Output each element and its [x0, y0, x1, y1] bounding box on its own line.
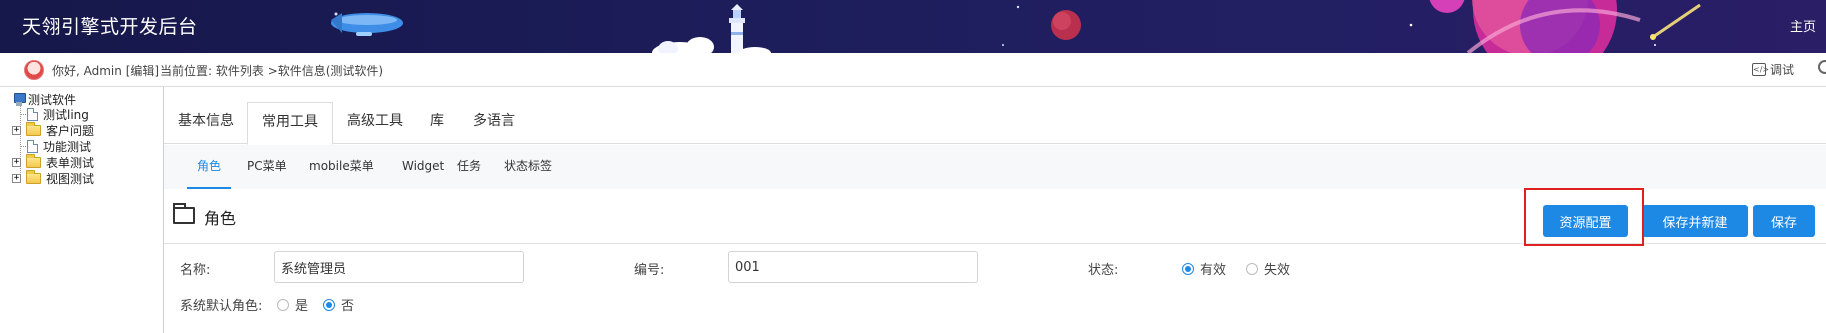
subtab-bar: 角色 PC菜单 mobile菜单 Widget 任务 状态标签 — [164, 145, 1826, 189]
expand-icon[interactable]: + — [12, 174, 21, 183]
radio-checked-icon — [323, 298, 335, 311]
highlight-box — [1524, 188, 1644, 246]
edit-profile-link[interactable]: [编辑] — [126, 64, 159, 78]
default-role-label: 系统默认角色: — [180, 299, 263, 314]
app-title: 天翎引擎式开发后台 — [22, 16, 198, 38]
tree-item-label: 功能测试 — [43, 140, 92, 154]
tree-item-function-test[interactable]: 功能测试 — [20, 138, 91, 155]
debug-label: 调试 — [1769, 63, 1794, 77]
radio-label: 失效 — [1264, 263, 1291, 278]
radio-unchecked-icon — [277, 298, 289, 311]
subtab-status-tag[interactable]: 状态标签 — [494, 145, 562, 189]
subtab-role[interactable]: 角色 — [187, 145, 232, 189]
folder-icon — [26, 154, 41, 168]
tree-item-label: 视图测试 — [46, 172, 95, 186]
expand-icon[interactable]: + — [12, 158, 21, 167]
tree-item-view-test[interactable]: + 视图测试 — [12, 170, 94, 187]
code-label: 编号: — [634, 263, 665, 278]
home-link[interactable]: 主页 — [1790, 16, 1816, 35]
avatar — [24, 60, 44, 80]
name-label: 名称: — [180, 263, 211, 278]
tree-item-label: 客户问题 — [46, 124, 95, 138]
software-tree: 测试软件 测试ling + 客户问题 功能测试 + 表单测试 + 视图测试 — [0, 87, 164, 333]
computer-icon — [13, 92, 26, 107]
radio-label: 有效 — [1200, 263, 1227, 278]
tab-bar: 基本信息 常用工具 高级工具 库 多语言 — [164, 87, 1826, 145]
top-header: 天翎引擎式开发后台 主页 — [0, 0, 1826, 53]
tab-advanced-tools[interactable]: 高级工具 — [333, 102, 417, 144]
breadcrumb-path: 软件列表 >软件信息(测试软件) — [215, 64, 384, 78]
file-icon — [27, 108, 38, 121]
tab-common-tools[interactable]: 常用工具 — [247, 102, 333, 145]
save-button[interactable]: 保存 — [1753, 205, 1815, 237]
subtab-task[interactable]: 任务 — [447, 145, 491, 189]
radio-unchecked-icon — [1246, 262, 1258, 275]
tab-multilanguage[interactable]: 多语言 — [459, 102, 529, 144]
folder-icon — [26, 170, 41, 184]
radio-checked-icon — [1182, 262, 1194, 275]
tree-item-form-test[interactable]: + 表单测试 — [12, 154, 94, 171]
breadcrumb-prefix: 当前位置: — [160, 64, 213, 78]
section-title: 角色 — [204, 209, 237, 228]
radio-label: 是 — [295, 299, 309, 314]
folder-icon — [26, 122, 41, 136]
radio-label: 否 — [341, 299, 355, 314]
search-icon[interactable] — [1818, 60, 1826, 74]
header-decoration — [331, 0, 1701, 53]
status-radio-valid[interactable]: 有效 — [1182, 259, 1226, 278]
subtab-widget[interactable]: Widget — [392, 145, 454, 189]
expand-icon[interactable]: + — [12, 126, 21, 135]
tab-basic-info[interactable]: 基本信息 — [164, 102, 248, 144]
tab-library[interactable]: 库 — [416, 102, 458, 144]
save-and-new-button[interactable]: 保存并新建 — [1642, 205, 1748, 237]
tree-item-customer-issues[interactable]: + 客户问题 — [12, 122, 94, 139]
tree-item-label: 表单测试 — [46, 156, 95, 170]
greeting-text: 你好, Admin — [52, 64, 122, 78]
tree-item-label: 测试ling — [43, 108, 89, 122]
status-radio-invalid[interactable]: 失效 — [1246, 259, 1290, 278]
default-role-radio-no[interactable]: 否 — [323, 295, 354, 314]
file-icon — [27, 140, 38, 153]
subtab-pc-menu[interactable]: PC菜单 — [237, 145, 297, 189]
debug-button[interactable]: </> 调试 — [1751, 61, 1794, 78]
greeting: 你好, Admin [编辑] — [52, 62, 159, 79]
folder-icon — [173, 203, 195, 224]
code-icon: </> — [1751, 63, 1770, 76]
subtab-mobile-menu[interactable]: mobile菜单 — [299, 145, 384, 189]
info-bar: 你好, Admin [编辑] 当前位置: 软件列表 >软件信息(测试软件) </… — [0, 53, 1826, 87]
status-label: 状态: — [1088, 263, 1119, 278]
name-field[interactable] — [274, 251, 524, 283]
breadcrumb: 当前位置: 软件列表 >软件信息(测试软件) — [160, 62, 383, 79]
tree-item-ling[interactable]: 测试ling — [20, 106, 89, 123]
code-field[interactable] — [728, 251, 978, 283]
default-role-radio-yes[interactable]: 是 — [277, 295, 308, 314]
